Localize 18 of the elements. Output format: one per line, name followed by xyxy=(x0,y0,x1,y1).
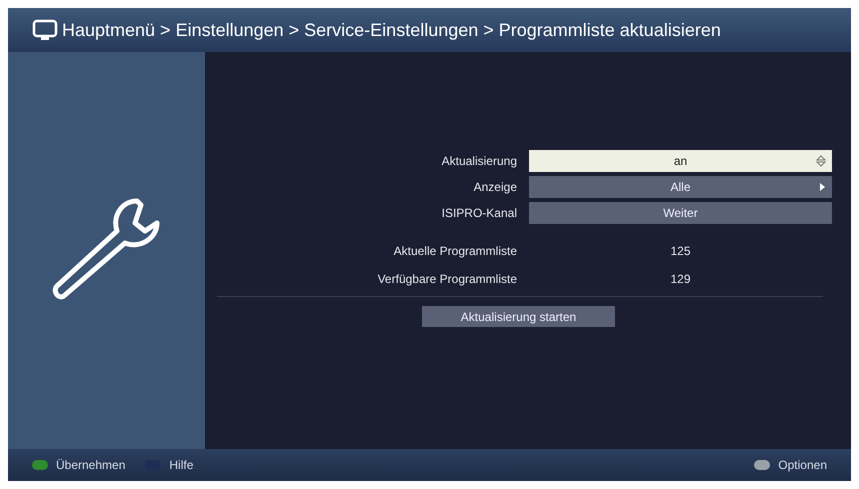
setting-label: ISIPRO-Kanal xyxy=(440,205,517,222)
setting-selector[interactable]: Weiter xyxy=(529,202,832,224)
setting-selector[interactable]: Alle xyxy=(529,176,832,198)
setting-selector[interactable]: an xyxy=(529,150,832,172)
up-down-icon xyxy=(816,155,826,167)
footer-label: Übernehmen xyxy=(56,457,126,474)
footer-label: Hilfe xyxy=(169,457,194,474)
setting-label: Aktualisierung xyxy=(440,153,517,170)
breadcrumb-title: Hauptmenü > Einstellungen > Service-Einstellungen > Programmliste aktualisieren xyxy=(62,18,721,42)
tv-icon xyxy=(32,19,58,41)
setting-label: Anzeige xyxy=(472,179,517,196)
right-arrow-icon xyxy=(819,182,826,192)
info-label: Verfügbare Programmliste xyxy=(376,271,517,288)
start-update-button[interactable]: Aktualisierung starten xyxy=(422,306,615,327)
footer-label: Optionen xyxy=(778,457,827,474)
info-value: 129 xyxy=(669,271,692,288)
info-label: Aktuelle Programmliste xyxy=(392,243,517,260)
info-value: 125 xyxy=(669,243,692,260)
